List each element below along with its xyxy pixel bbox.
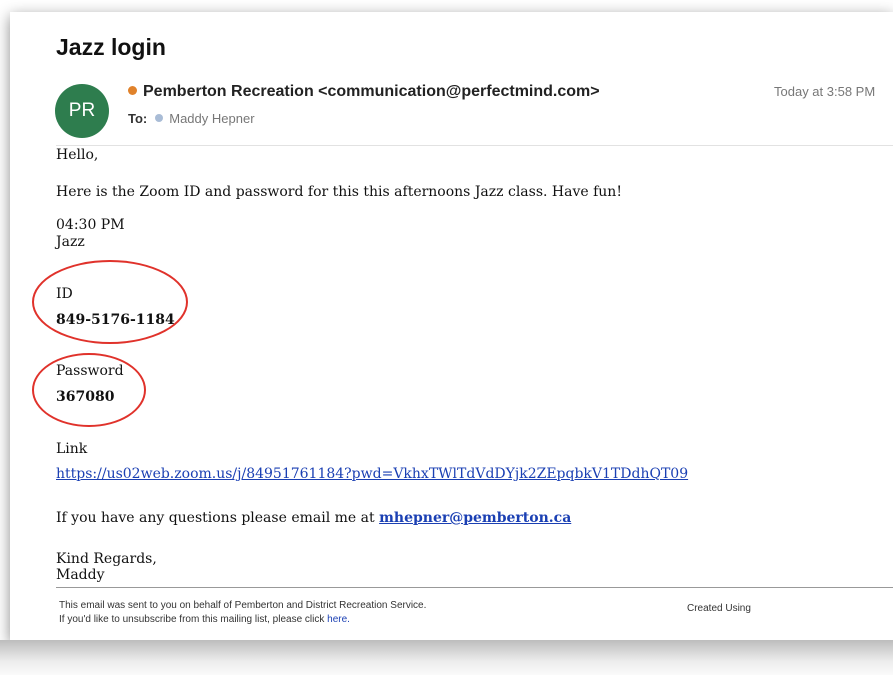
intro-text: Here is the Zoom ID and password for thi… — [56, 184, 622, 200]
unsubscribe-text: If you'd like to unsubscribe from this m… — [59, 614, 325, 625]
email-timestamp: Today at 3:58 PM — [774, 84, 876, 99]
link-label: Link — [56, 441, 88, 457]
footer-line-2: If you'd like to unsubscribe from this m… — [59, 614, 350, 625]
zoom-link-wrap: https://us02web.zoom.us/j/84951761184?pw… — [56, 466, 688, 482]
recipient-name[interactable]: Maddy Hepner — [169, 111, 254, 126]
to-label: To: — [128, 111, 148, 126]
recipient-dot-icon — [155, 114, 164, 122]
unsubscribe-link[interactable]: here. — [327, 614, 350, 625]
class-name: Jazz — [56, 234, 85, 250]
window-shadow — [0, 640, 893, 675]
sender-status-dot-icon — [128, 86, 137, 95]
id-highlight-circle — [32, 260, 188, 344]
email-subject: Jazz login — [56, 34, 166, 60]
zoom-link[interactable]: https://us02web.zoom.us/j/84951761184?pw… — [56, 466, 688, 482]
contact-email-link[interactable]: mhepner@pemberton.ca — [379, 510, 571, 526]
sender-line[interactable]: Pemberton Recreation <communication@perf… — [128, 83, 600, 101]
questions-line: If you have any questions please email m… — [56, 510, 571, 526]
email-window: Jazz login PR Pemberton Recreation <comm… — [10, 12, 893, 640]
questions-text: If you have any questions please email m… — [56, 510, 375, 526]
footer-divider — [56, 587, 893, 588]
sender-name[interactable]: Pemberton Recreation <communication@perf… — [143, 83, 600, 100]
header-divider — [56, 145, 893, 146]
greeting: Hello, — [56, 147, 99, 163]
signature: Maddy — [56, 567, 105, 583]
signoff: Kind Regards, — [56, 551, 157, 567]
sender-avatar: PR — [55, 84, 109, 138]
recipient-line: To: Maddy Hepner — [128, 111, 255, 126]
password-highlight-circle — [32, 353, 146, 427]
class-time: 04:30 PM — [56, 217, 125, 233]
created-using-label: Created Using — [687, 603, 751, 614]
footer-line-1: This email was sent to you on behalf of … — [59, 600, 427, 611]
